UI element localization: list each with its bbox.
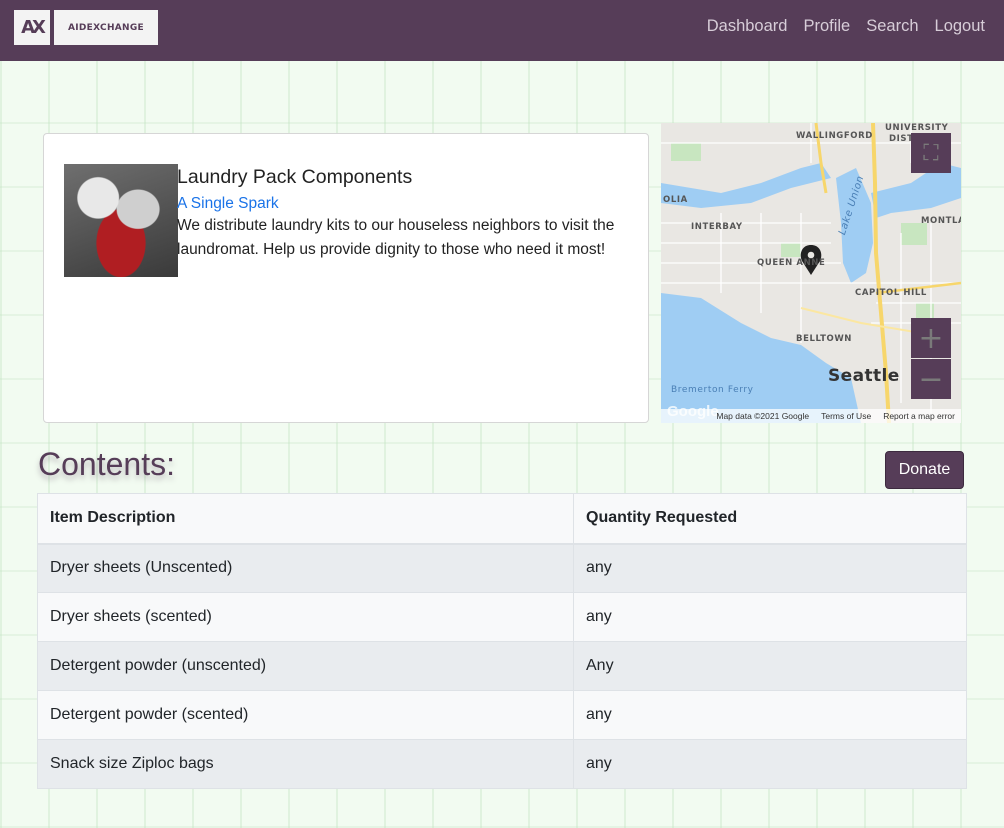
item-description: Dryer sheets (Unscented) bbox=[37, 543, 574, 593]
contents-heading: Contents: bbox=[38, 446, 175, 482]
item-description: Dryer sheets (scented) bbox=[37, 592, 574, 642]
map-label-university: UNIVERSITY bbox=[885, 123, 949, 133]
nav-search[interactable]: Search bbox=[866, 17, 918, 36]
terms-of-use-link[interactable]: Terms of Use bbox=[821, 411, 871, 421]
nav-logout[interactable]: Logout bbox=[935, 17, 985, 36]
map-footer: Map data ©2021 Google Terms of Use Repor… bbox=[661, 409, 961, 423]
item-quantity: any bbox=[573, 739, 967, 789]
logo-mark[interactable]: AX bbox=[14, 10, 50, 45]
logo-text[interactable]: AIDEXCHANGE bbox=[54, 10, 158, 45]
map-label-seattle: Seattle bbox=[828, 366, 900, 386]
zoom-in-button[interactable]: + bbox=[911, 318, 951, 358]
report-map-error-link[interactable]: Report a map error bbox=[883, 411, 955, 421]
nav-links: Dashboard Profile Search Logout bbox=[707, 17, 985, 36]
item-description: Detergent powder (scented) bbox=[37, 690, 574, 740]
request-title: Laundry Pack Components bbox=[177, 166, 413, 188]
table-row: Dryer sheets (Unscented) any bbox=[37, 543, 967, 593]
fullscreen-icon[interactable]: ⛶ bbox=[911, 133, 951, 173]
map-label-capitol-hill: CAPITOL HILL bbox=[855, 288, 927, 298]
table-row: Snack size Ziploc bags any bbox=[37, 739, 967, 789]
request-description: We distribute laundry kits to our housel… bbox=[177, 217, 615, 258]
item-description: Detergent powder (unscented) bbox=[37, 641, 574, 691]
item-quantity: any bbox=[573, 592, 967, 642]
table-row: Dryer sheets (scented) any bbox=[37, 592, 967, 642]
location-map[interactable]: WALLINGFORD UNIVERSITY DISTRICT OLIA INT… bbox=[661, 123, 961, 423]
map-label-wallingford: WALLINGFORD bbox=[796, 131, 873, 141]
map-label-belltown: BELLTOWN bbox=[796, 334, 853, 344]
request-image bbox=[64, 164, 178, 277]
nav-dashboard[interactable]: Dashboard bbox=[707, 17, 788, 36]
table-row: Detergent powder (scented) any bbox=[37, 690, 967, 740]
item-description: Snack size Ziploc bags bbox=[37, 739, 574, 789]
zoom-out-button[interactable]: − bbox=[911, 359, 951, 399]
table-row: Detergent powder (unscented) Any bbox=[37, 641, 967, 691]
map-label-montlake: MONTLA bbox=[921, 216, 961, 226]
map-label-bremerton-ferry: Bremerton Ferry bbox=[671, 385, 754, 395]
map-label-interbay: INTERBAY bbox=[691, 222, 743, 232]
item-quantity: any bbox=[573, 543, 967, 593]
map-label-magnolia: OLIA bbox=[663, 195, 688, 205]
request-card: Laundry Pack Components A Single Spark W… bbox=[43, 133, 649, 423]
contents-table: Item Description Quantity Requested Drye… bbox=[37, 493, 967, 789]
header-item-description: Item Description bbox=[37, 493, 574, 545]
map-label-queen-anne: QUEEN ANNE bbox=[757, 258, 826, 268]
table-header-row: Item Description Quantity Requested bbox=[37, 493, 967, 545]
organization-link[interactable]: A Single Spark bbox=[177, 195, 279, 213]
nav-profile[interactable]: Profile bbox=[803, 17, 850, 36]
item-quantity: Any bbox=[573, 641, 967, 691]
donate-button[interactable]: Donate bbox=[885, 451, 964, 489]
item-quantity: any bbox=[573, 690, 967, 740]
header-quantity-requested: Quantity Requested bbox=[573, 493, 967, 545]
map-attribution: Map data ©2021 Google bbox=[716, 411, 810, 421]
navbar: AX AIDEXCHANGE Dashboard Profile Search … bbox=[0, 0, 1004, 61]
